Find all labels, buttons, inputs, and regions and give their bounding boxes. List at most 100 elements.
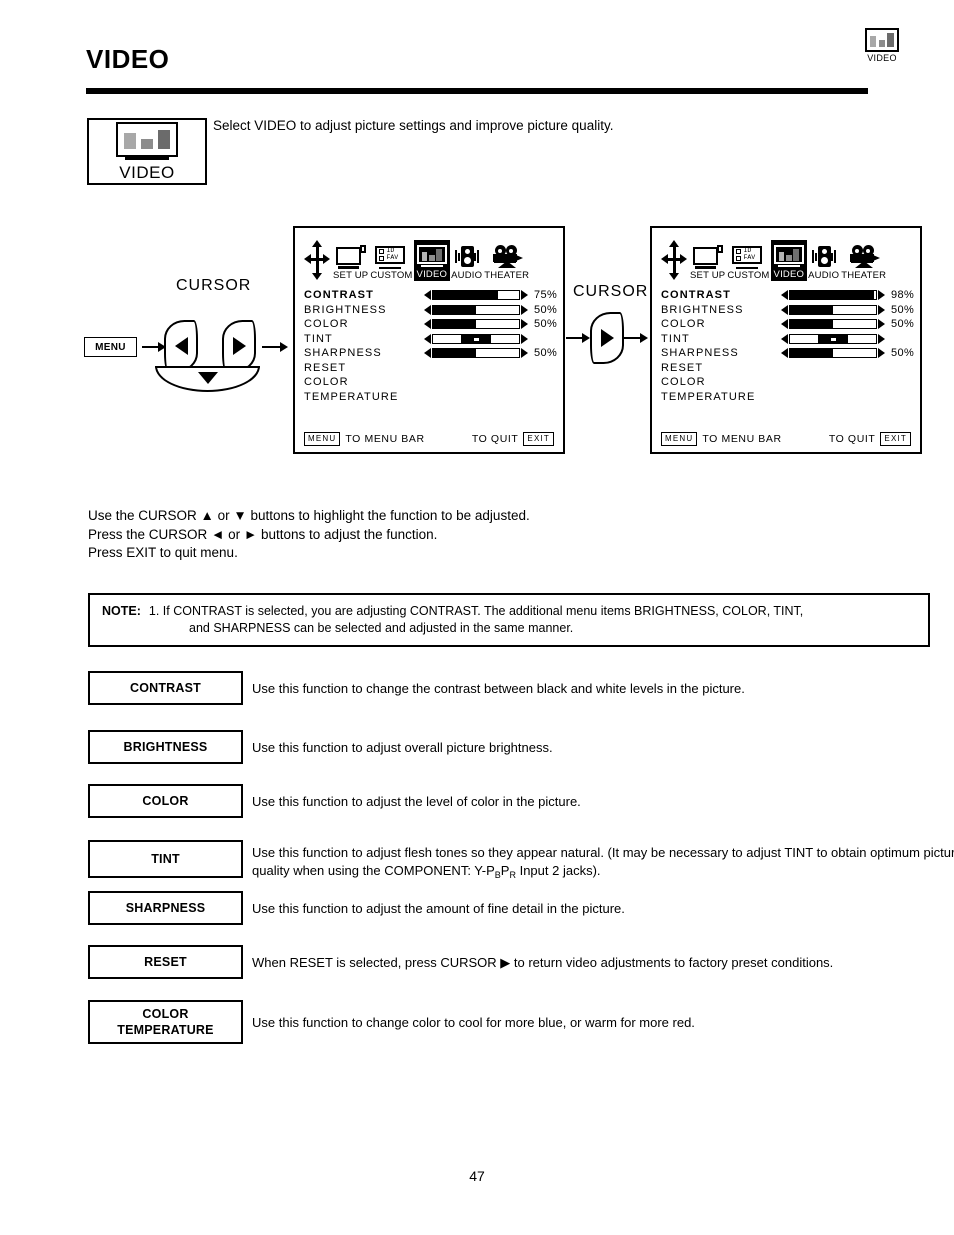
slider-increase-icon[interactable] — [878, 304, 885, 315]
osd-setting-row[interactable]: SHARPNESS 50% — [304, 346, 558, 361]
video-bars-tv-icon — [416, 242, 448, 268]
header-badge-label: VIDEO — [867, 53, 897, 63]
icon-bar-2 — [141, 138, 153, 150]
osd-setting-slider[interactable] — [424, 319, 528, 330]
osd-setting-row[interactable]: COLOR — [304, 375, 554, 390]
osd-setting-label: TEMPERATURE — [304, 390, 399, 403]
function-desc-color-temperature: Use this function to change color to coo… — [252, 1015, 695, 1030]
osd-setting-slider[interactable] — [781, 319, 885, 330]
navpad-icon — [304, 239, 330, 281]
osd-setting-row[interactable]: CONTRAST 75% — [304, 288, 557, 303]
osd-setting-slider[interactable] — [424, 304, 528, 315]
osd-setting-slider[interactable] — [424, 290, 528, 301]
usage-line-2: Press the CURSOR ◄ or ► buttons to adjus… — [88, 526, 438, 542]
slider-decrease-icon[interactable] — [424, 290, 431, 301]
exit-key-hint[interactable]: EXIT — [523, 432, 554, 446]
video-bars-tv-icon — [865, 28, 899, 52]
osd-setting-row[interactable]: TINT — [661, 332, 911, 347]
cursor-right-icon — [600, 329, 614, 347]
slider-track — [432, 290, 520, 301]
menu-key-hint[interactable]: MENU — [661, 432, 698, 446]
osd-setting-row[interactable]: BRIGHTNESS 50% — [304, 303, 557, 318]
osd-setting-label: CONTRAST — [661, 289, 731, 302]
osd-setting-row[interactable]: RESET — [304, 361, 554, 376]
navpad-up-icon — [312, 240, 322, 247]
osd-setting-label: SHARPNESS — [661, 347, 739, 360]
osd-menu-item-setup[interactable]: SET UP — [689, 243, 726, 281]
exit-key-hint[interactable]: EXIT — [880, 432, 911, 446]
osd-menu-item-label: AUDIO — [808, 270, 840, 281]
icon-bar-2 — [878, 39, 886, 47]
osd-menu-item-video[interactable]: VIDEO — [770, 240, 808, 281]
slider-increase-icon[interactable] — [521, 319, 528, 330]
osd-setting-row[interactable]: TEMPERATURE — [661, 390, 911, 405]
slider-increase-icon[interactable] — [521, 348, 528, 359]
osd-menu-item-theater[interactable]: THEATER — [483, 243, 530, 281]
osd-menu-item-custom[interactable]: ID FAV CUSTOM — [369, 243, 413, 281]
menu-button[interactable]: MENU — [84, 337, 137, 357]
cursor-right-button[interactable] — [222, 320, 256, 372]
slider-increase-icon[interactable] — [521, 290, 528, 301]
osd-menu-item-custom[interactable]: ID FAV CUSTOM — [726, 243, 770, 281]
slider-increase-icon[interactable] — [521, 304, 528, 315]
osd-setting-slider[interactable] — [781, 348, 885, 359]
slider-decrease-icon[interactable] — [781, 333, 788, 344]
slider-increase-icon[interactable] — [521, 333, 528, 344]
cursor-down-button[interactable] — [155, 366, 260, 392]
osd-menu-item-theater[interactable]: THEATER — [840, 243, 887, 281]
osd-setting-row[interactable]: TINT — [304, 332, 554, 347]
osd-menu-item-video[interactable]: VIDEO — [413, 240, 451, 281]
slider-increase-icon[interactable] — [878, 348, 885, 359]
slider-track — [789, 348, 877, 359]
osd-setting-row[interactable]: CONTRAST 98% — [661, 288, 914, 303]
slider-track — [789, 304, 877, 315]
slider-decrease-icon[interactable] — [424, 304, 431, 315]
header-divider-rule — [86, 88, 868, 94]
slider-decrease-icon[interactable] — [781, 290, 788, 301]
slider-decrease-icon[interactable] — [424, 333, 431, 344]
osd-setting-row[interactable]: TEMPERATURE — [304, 390, 554, 405]
slider-decrease-icon[interactable] — [781, 319, 788, 330]
osd-setting-slider[interactable] — [781, 333, 885, 344]
osd-menu-item-audio[interactable]: AUDIO — [807, 243, 840, 281]
osd-setting-slider[interactable] — [424, 348, 528, 359]
function-desc-sharpness: Use this function to adjust the amount o… — [252, 901, 625, 916]
osd-setting-row[interactable]: RESET — [661, 361, 911, 376]
slider-increase-icon[interactable] — [878, 290, 885, 301]
osd-setting-slider[interactable] — [781, 290, 885, 301]
osd-setting-row[interactable]: BRIGHTNESS 50% — [661, 303, 914, 318]
slider-decrease-icon[interactable] — [424, 319, 431, 330]
note-line-2: and SHARPNESS can be selected and adjust… — [189, 621, 574, 635]
osd-setting-value: 50% — [534, 347, 558, 360]
slider-fill — [433, 305, 476, 314]
function-desc-brightness: Use this function to adjust overall pict… — [252, 740, 553, 755]
slider-increase-icon[interactable] — [878, 319, 885, 330]
osd-setting-row[interactable]: COLOR — [661, 375, 911, 390]
osd-setting-row[interactable]: COLOR 50% — [661, 317, 914, 332]
function-key-contrast: CONTRAST — [88, 671, 243, 705]
slider-decrease-icon[interactable] — [781, 348, 788, 359]
osd-setting-row[interactable]: COLOR 50% — [304, 317, 557, 332]
function-key-ct-line1: COLOR — [142, 1007, 189, 1021]
slider-fill — [790, 320, 833, 329]
icon-bars-group — [118, 124, 176, 155]
slider-decrease-icon[interactable] — [781, 304, 788, 315]
osd-setting-slider[interactable] — [424, 333, 528, 344]
slider-track — [432, 348, 520, 359]
menu-key-hint[interactable]: MENU — [304, 432, 341, 446]
osd-setting-row[interactable]: SHARPNESS 50% — [661, 346, 914, 361]
slider-track — [432, 304, 520, 315]
audio-speaker-icon — [808, 243, 839, 269]
custom-card-line2: FAV — [743, 254, 756, 262]
osd-setting-slider[interactable] — [781, 304, 885, 315]
cursor-right-button-mid[interactable] — [590, 312, 624, 364]
osd-menu-item-audio[interactable]: AUDIO — [450, 243, 483, 281]
osd-footer-right: MENU TO MENU BAR TO QUIT EXIT — [661, 432, 911, 446]
slider-increase-icon[interactable] — [878, 333, 885, 344]
page-number: 47 — [469, 1168, 485, 1184]
slider-decrease-icon[interactable] — [424, 348, 431, 359]
osd-menu-item-setup[interactable]: SET UP — [332, 243, 369, 281]
icon-bar-3 — [887, 33, 894, 47]
cursor-left-button[interactable] — [164, 320, 198, 372]
flow-arrow-icon — [640, 333, 648, 343]
